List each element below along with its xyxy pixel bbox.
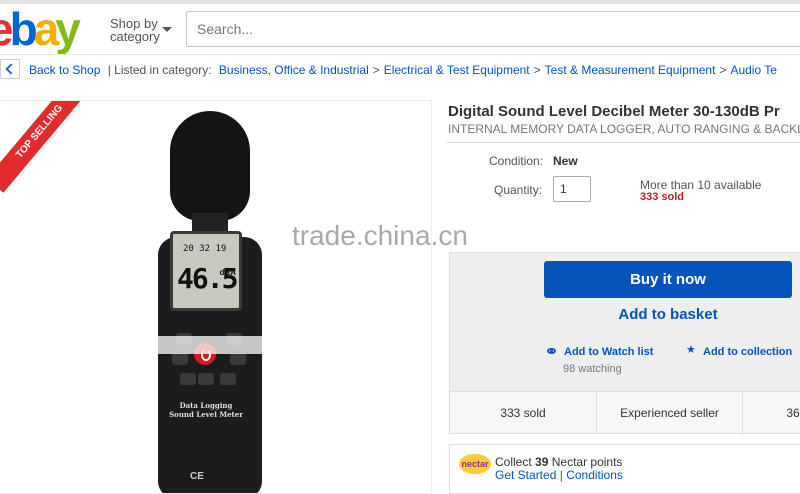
breadcrumb-separator: > [719,63,727,77]
condition-value: New [553,154,578,168]
back-to-shop-link[interactable]: Back to Shop [29,63,100,77]
quantity-input[interactable]: 1 [553,176,591,202]
breadcrumb-item-test-measurement[interactable]: Test & Measurement Equipment [545,63,716,77]
item-subtitle: INTERNAL MEMORY DATA LOGGER, AUTO RANGIN… [448,122,800,136]
breadcrumb-separator: > [533,63,541,77]
lcd-time: 20 32 19 [183,244,227,254]
logo-letter-e: e [0,6,14,52]
add-to-collection-link[interactable]: Add to collection [703,346,792,358]
breadcrumb-item-electrical[interactable]: Electrical & Test Equipment [384,63,530,77]
item-title: Digital Sound Level Decibel Meter 30-130… [448,103,780,120]
product-image: 20 32 19 46.5 dBA Data Logging Sound Lev… [150,111,270,493]
nectar-points-value: 39 [535,455,549,469]
add-to-basket-button[interactable]: Add to basket [545,306,791,323]
lcd-screen: 20 32 19 46.5 dBA [170,231,242,311]
meter-button [180,373,196,385]
product-image-panel[interactable]: TOP SELLING 20 32 19 46.5 dBA Data Loggi… [0,100,432,494]
stat-sold: 333 sold [500,406,546,420]
buy-it-now-button[interactable]: Buy it now [544,261,792,298]
nectar-collect-prefix: Collect [495,455,532,469]
sold-count-link[interactable]: 333 sold [640,191,684,203]
nectar-collect-suffix: Nectar points [551,455,623,469]
logo-letter-y: y [55,3,81,55]
ebay-logo[interactable]: ebay [0,3,81,55]
chevron-down-icon [162,27,172,32]
meter-button [198,373,214,385]
breadcrumb-separator: > [372,63,380,77]
ce-mark: CE [190,471,204,482]
eye-icon [547,348,556,354]
nectar-points-text: Collect 39 Nectar points [495,455,622,469]
back-chevron-icon[interactable] [0,59,20,79]
search-input[interactable] [186,11,800,47]
lcd-value: 46.5 [177,262,238,295]
condition-label: Condition: [489,154,544,168]
stat-third: 36 [786,406,800,420]
shop-by-category-button[interactable]: Shop by category [110,17,172,44]
link-separator: | [559,468,563,482]
nectar-links: Get Started | Conditions [495,468,623,482]
watermark-text: trade.china.cn [292,220,468,251]
add-to-watch-list-link[interactable]: Add to Watch list [564,346,653,358]
meter-button [220,373,236,385]
seller-stats-bar: 333 sold Experienced seller 36 [449,392,800,434]
breadcrumb-item-business[interactable]: Business, Office & Industrial [219,63,369,77]
breadcrumb-item-audio[interactable]: Audio Te [730,63,776,77]
meter-button [172,353,188,365]
conditions-link[interactable]: Conditions [566,468,623,482]
meter-button [230,353,246,365]
star-icon: ★ [686,344,696,356]
device-label-line1: Data Logging [179,401,233,410]
availability-text: More than 10 available [640,178,762,192]
quantity-label: Quantity: [494,183,543,197]
top-border [0,0,800,4]
watching-count: 98 watching [563,363,622,375]
breadcrumb: Back to Shop | Listed in category: Busin… [29,63,777,77]
top-selling-ribbon: TOP SELLING [0,101,94,193]
logo-letter-b: b [9,3,38,55]
watermark-bar [150,336,262,354]
device-label-line2: Sound Level Meter [169,410,243,419]
get-started-link[interactable]: Get Started [495,468,556,482]
logo-letter-a: a [33,3,60,55]
lcd-unit: dBA [219,268,236,277]
breadcrumb-bar: Back to Shop | Listed in category: Busin… [0,54,800,84]
listed-in-label: | Listed in category: [107,63,212,77]
nectar-logo: nectar [459,454,491,474]
stat-seller: Experienced seller [620,406,719,420]
divider [446,142,800,143]
microphone-windscreen [170,111,250,221]
shop-by-line2: category [110,29,160,44]
device-label: Data Logging Sound Level Meter [168,401,244,419]
